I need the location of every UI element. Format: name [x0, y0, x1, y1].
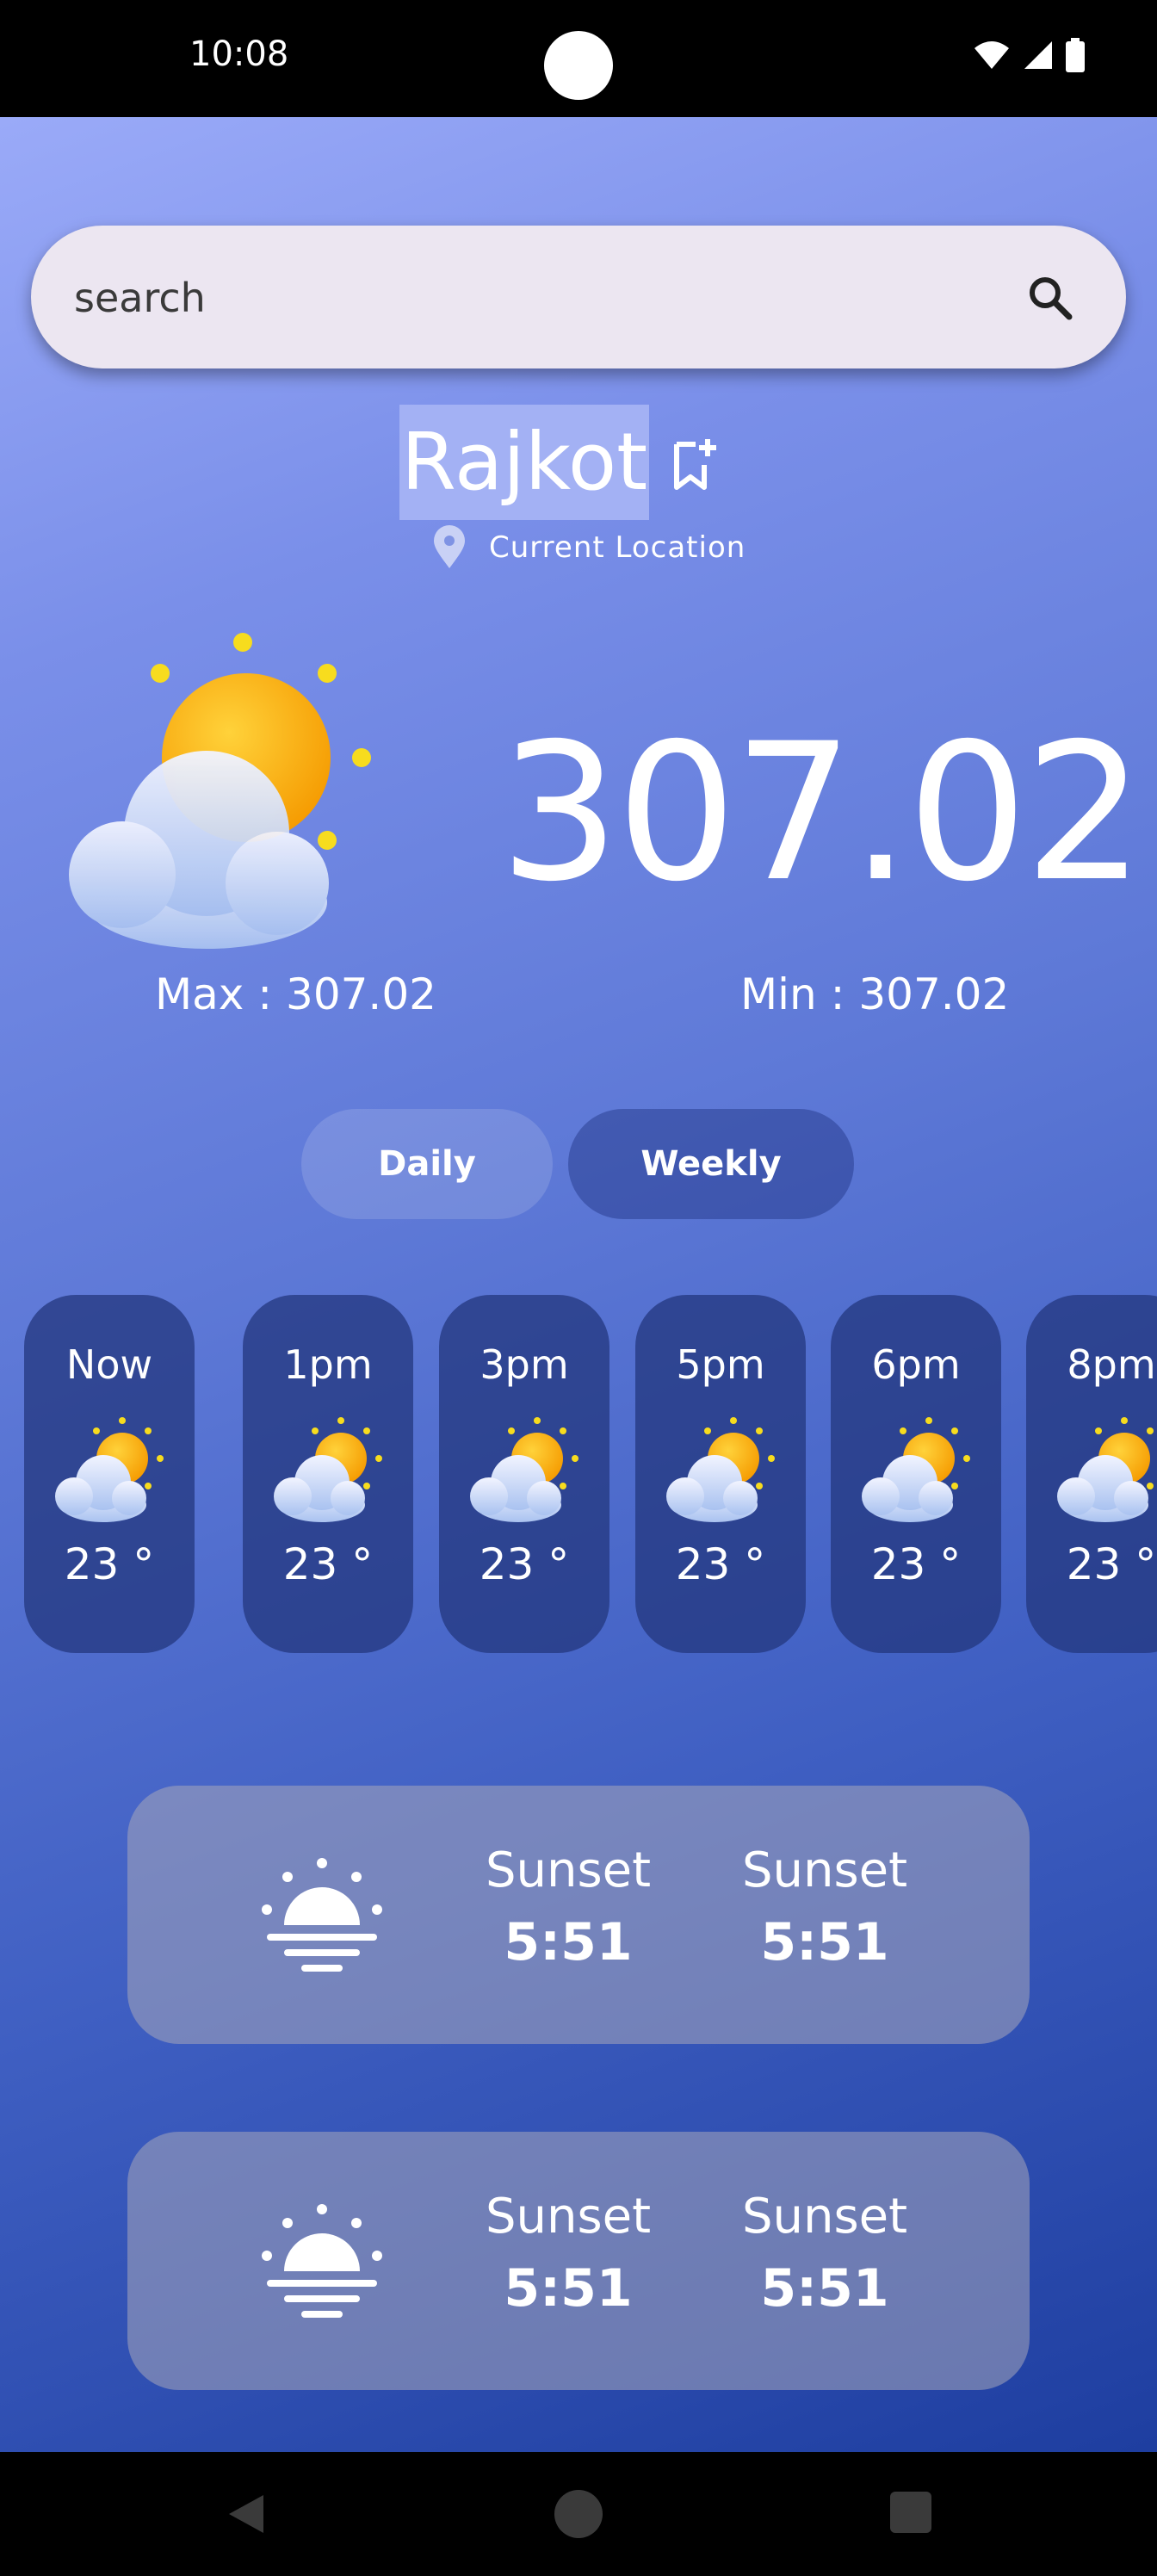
recents-icon[interactable]	[890, 2492, 931, 2533]
phone-frame: 10:08 Rajkot Current Location	[0, 0, 1157, 2576]
hourly-time: 1pm	[283, 1341, 373, 1388]
sun-card-left-value: 5:51	[504, 2258, 633, 2319]
search-input[interactable]	[74, 270, 935, 325]
sun-card-right-value: 5:51	[760, 1912, 889, 1972]
sun-card-left-title: Sunset	[485, 2189, 652, 2245]
partly-cloudy-icon	[1057, 1417, 1157, 1522]
hourly-temp: 23 °	[870, 1539, 962, 1589]
bookmark-add-icon[interactable]	[670, 436, 718, 494]
partly-cloudy-icon	[55, 1417, 164, 1522]
hourly-time: 8pm	[1067, 1341, 1156, 1388]
home-icon[interactable]	[554, 2490, 603, 2538]
hourly-time: Now	[65, 1341, 153, 1388]
hourly-temp: 23 °	[282, 1539, 374, 1589]
hourly-card[interactable]: 1pm 23 °	[243, 1295, 413, 1653]
max-temperature: Max : 307.02	[155, 969, 436, 1019]
camera-cutout	[544, 31, 613, 100]
tab-weekly[interactable]: Weekly	[568, 1109, 854, 1219]
location-subtitle: Current Location	[489, 530, 746, 565]
hourly-card[interactable]: 6pm 23 °	[831, 1295, 1001, 1653]
status-time: 10:08	[189, 34, 289, 74]
sunset-icon	[262, 2204, 382, 2318]
partly-cloudy-icon	[274, 1417, 382, 1522]
hourly-card[interactable]: Now 23 °	[24, 1295, 195, 1653]
status-bar: 10:08	[0, 0, 1157, 117]
sunset-icon	[262, 1858, 382, 1972]
search-icon[interactable]	[1023, 270, 1078, 325]
sun-card-right-title: Sunset	[741, 2189, 908, 2245]
hourly-temp: 23 °	[675, 1539, 766, 1589]
status-icons	[973, 38, 1085, 72]
sun-card-left-title: Sunset	[485, 1842, 652, 1898]
sun-times-card: Sunset 5:51 Sunset 5:51	[127, 2132, 1030, 2390]
sun-times-card: Sunset 5:51 Sunset 5:51	[127, 1786, 1030, 2044]
partly-cloudy-icon	[470, 1417, 578, 1522]
location-pin-icon	[434, 525, 465, 568]
search-bar[interactable]	[31, 226, 1126, 368]
city-highlight: Rajkot	[399, 405, 650, 520]
hourly-card[interactable]: 3pm 23 °	[439, 1295, 609, 1653]
sun-card-right-title: Sunset	[741, 1842, 908, 1898]
hourly-forecast-list[interactable]: Now 23 ° 1pm 23 ° 3pm 23 ° 5pm 23 ° 6pm	[0, 1295, 1157, 1656]
sun-card-left-value: 5:51	[504, 1912, 633, 1972]
navigation-bar	[0, 2452, 1157, 2576]
current-temperature: 307.02°	[499, 703, 1157, 923]
hourly-temp: 23 °	[1066, 1539, 1157, 1589]
battery-icon	[1066, 38, 1085, 72]
hourly-time: 5pm	[676, 1341, 765, 1388]
back-icon[interactable]	[222, 2490, 270, 2538]
partly-cloudy-icon	[666, 1417, 775, 1522]
hourly-temp: 23 °	[479, 1539, 570, 1589]
cellular-icon	[1024, 41, 1052, 69]
tab-daily[interactable]: Daily	[301, 1109, 553, 1219]
city-name[interactable]: Rajkot	[401, 416, 647, 508]
hourly-card[interactable]: 8pm 23 °	[1026, 1295, 1157, 1653]
sun-card-right-value: 5:51	[760, 2258, 889, 2319]
min-temperature: Min : 307.02	[740, 969, 1010, 1019]
hourly-card[interactable]: 5pm 23 °	[635, 1295, 806, 1653]
hourly-time: 6pm	[871, 1341, 961, 1388]
hourly-time: 3pm	[480, 1341, 569, 1388]
hourly-temp: 23 °	[64, 1539, 155, 1589]
partly-cloudy-icon	[862, 1417, 970, 1522]
wifi-icon	[974, 41, 1009, 69]
weather-screen: Rajkot Current Location	[0, 117, 1157, 2452]
